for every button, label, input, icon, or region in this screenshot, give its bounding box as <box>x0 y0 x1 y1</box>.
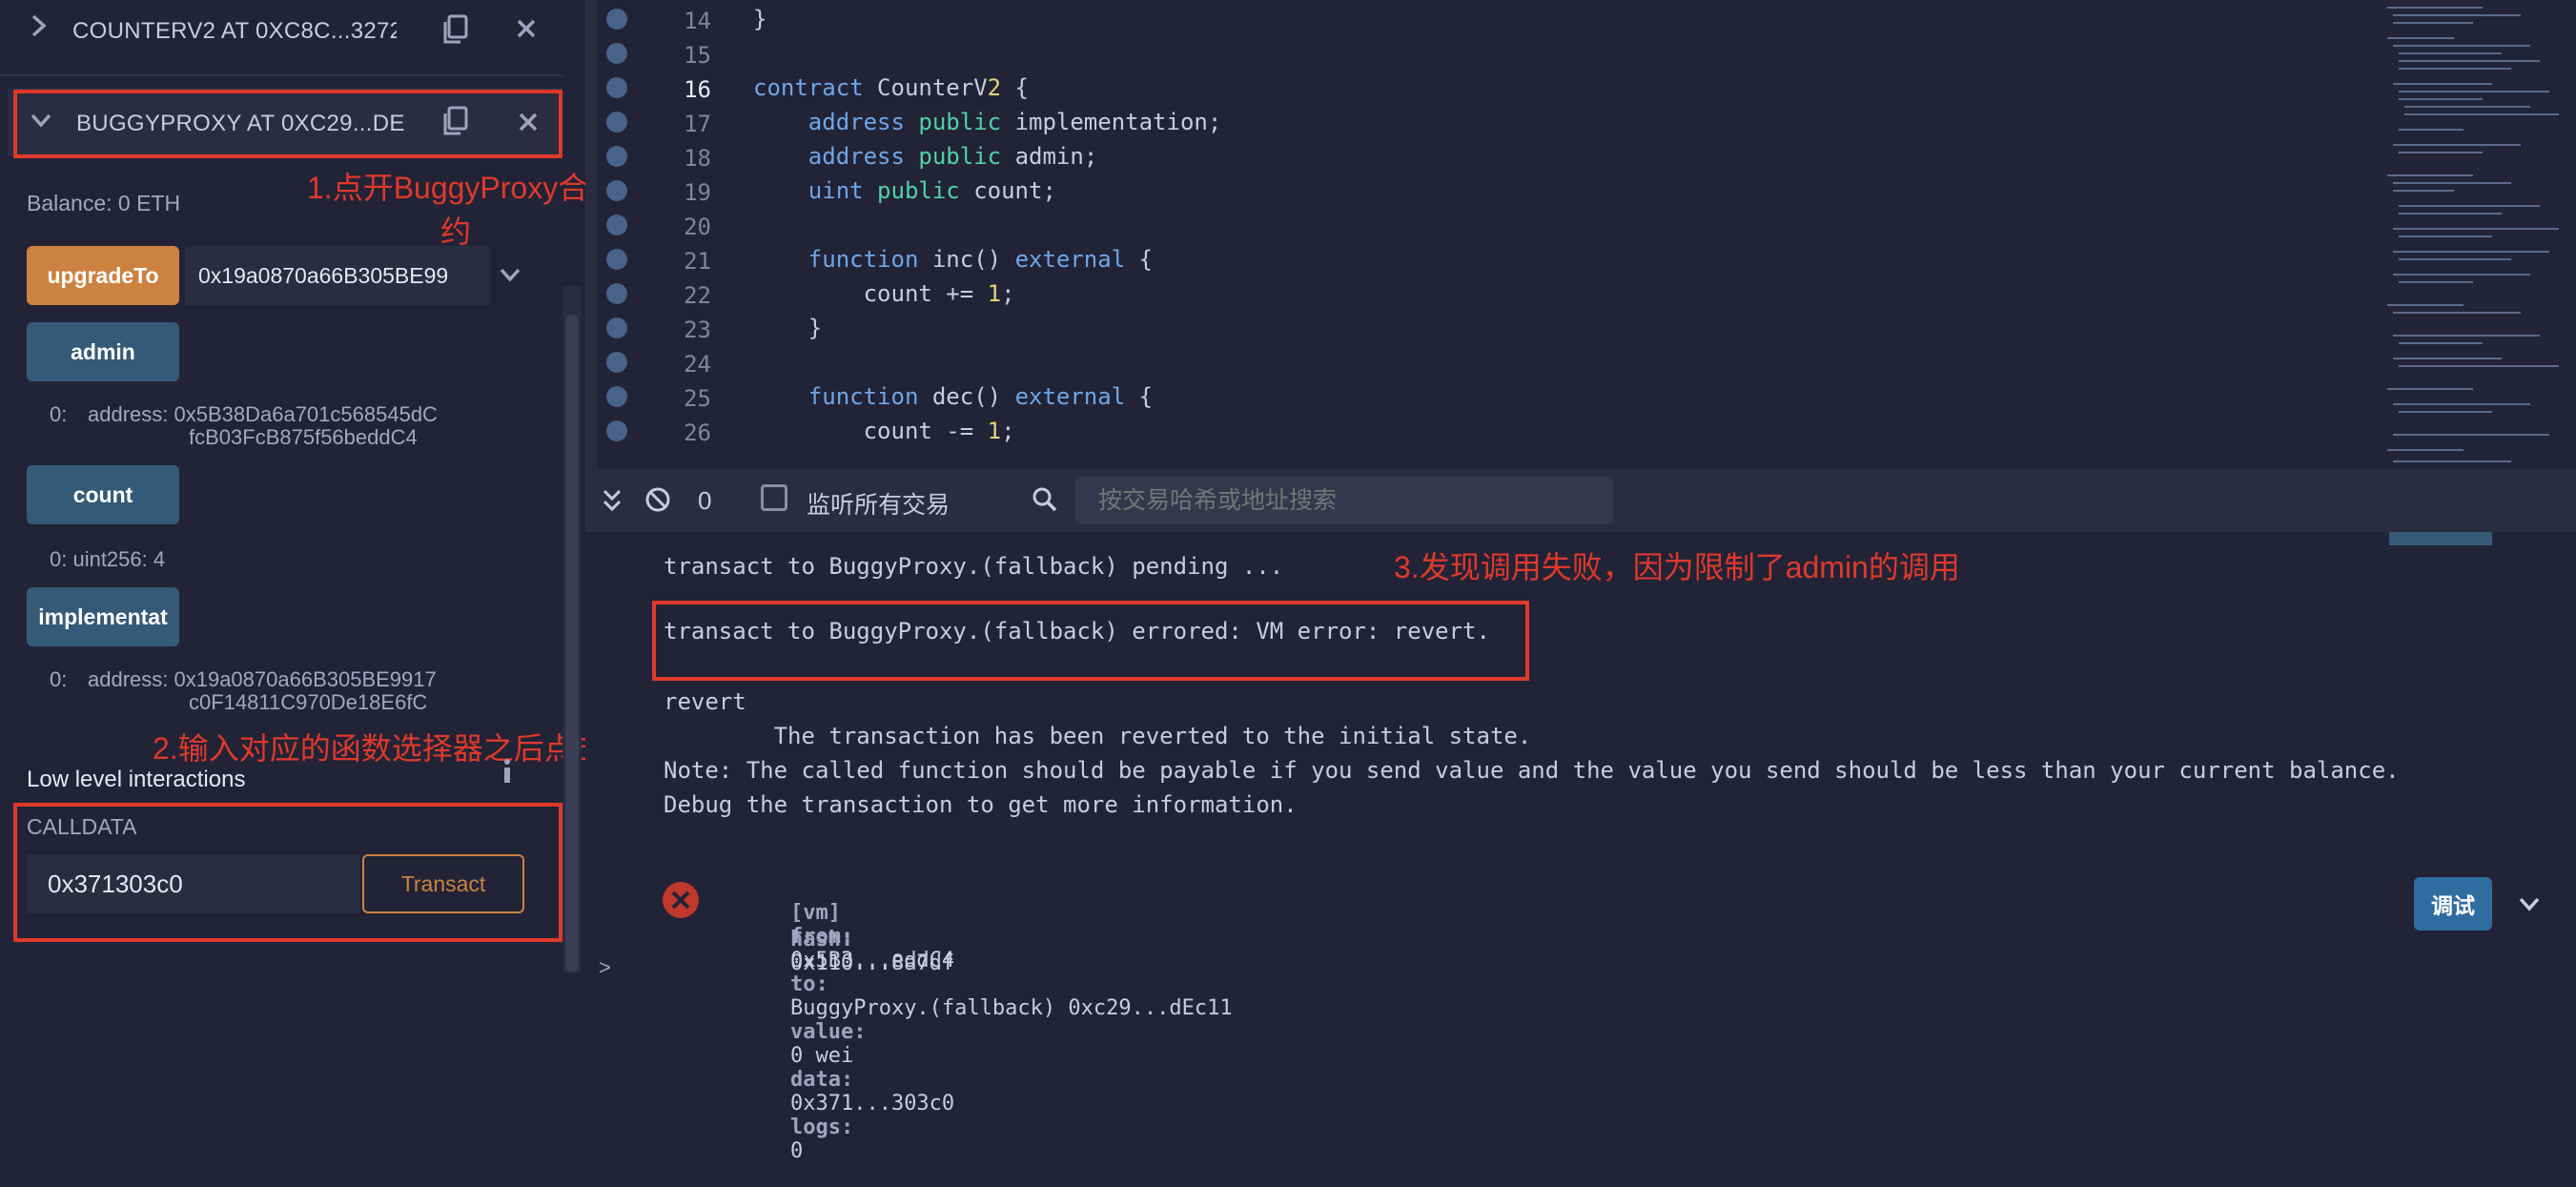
admin-result-index: 0: <box>50 402 68 426</box>
upgradeto-input[interactable]: 0x19a0870a66B305BE99 <box>185 246 490 305</box>
implementation-button[interactable]: implementat <box>27 587 179 646</box>
line-number: 25 <box>684 385 711 412</box>
count-result: 0: uint256: 4 <box>50 547 166 571</box>
breakpoint-dot[interactable] <box>606 146 627 167</box>
log-reverted: The transaction has been reverted to the… <box>664 723 1532 749</box>
code-text: function dec() external { <box>808 383 1154 410</box>
annotation-step3: 3.发现调用失败，因为限制了admin的调用 <box>1394 550 1960 584</box>
line-number: 20 <box>684 214 711 240</box>
instance-row-counterv2[interactable]: COUNTERV2 AT 0XC8C...3272( <box>0 8 562 53</box>
info-icon[interactable] <box>500 757 515 790</box>
line-number: 23 <box>684 317 711 343</box>
code-text: contract CounterV2 { <box>753 74 1029 101</box>
chevron-down-icon[interactable] <box>2517 894 2542 918</box>
debug-button[interactable]: 调试 <box>2414 877 2492 931</box>
tx-logs: 0 <box>789 1139 804 1163</box>
line-number: 22 <box>684 282 711 309</box>
code-editor[interactable]: 14} 15 16 contract CounterV2 { 17 address pu… <box>585 0 2576 469</box>
tx-hash: 0x110...8a7df <box>789 952 955 975</box>
tx-hash-label: hash: <box>789 928 854 952</box>
terminal-search-input[interactable] <box>1075 477 1613 524</box>
left-scrollbar[interactable] <box>565 315 579 972</box>
breakpoint-dot[interactable] <box>606 317 627 338</box>
code-text: count += 1; <box>863 280 1015 307</box>
breakpoint-dot[interactable] <box>606 352 627 373</box>
listen-checkbox[interactable] <box>761 484 787 511</box>
annotation-box-instance <box>13 90 562 158</box>
annotation-step1: 1.点开BuggyProxy合 约 <box>307 164 612 252</box>
code-text: address public implementation; <box>808 109 1222 135</box>
tx-to: BuggyProxy.(fallback) 0xc29...dEc11 <box>789 996 1233 1020</box>
tx-hash-row: hash: 0x110...8a7df <box>740 904 954 999</box>
breakpoint-dot[interactable] <box>606 386 627 407</box>
panel-splitter[interactable] <box>585 0 597 469</box>
line-number: 14 <box>684 8 711 34</box>
implementation-result-line2: c0F14811C970De18E6fC <box>189 690 428 714</box>
terminal-scroll-hint <box>2389 532 2492 545</box>
log-note: Note: The called function should be paya… <box>664 757 2400 784</box>
breakpoint-dot[interactable] <box>606 420 627 441</box>
low-level-title: Low level interactions <box>27 767 246 792</box>
line-number: 24 <box>684 351 711 378</box>
code-text: address public admin; <box>808 143 1098 170</box>
code-text: } <box>753 6 767 32</box>
annotation-step1-line1: 1.点开BuggyProxy合 <box>307 171 589 205</box>
breakpoint-dot[interactable] <box>606 43 627 64</box>
tx-value-label: value: <box>789 1020 867 1044</box>
line-number: 16 <box>684 76 711 103</box>
breakpoint-dot[interactable] <box>606 112 627 133</box>
terminal-output: transact to BuggyProxy.(fallback) pendin… <box>585 532 2576 1163</box>
chevron-right-icon[interactable] <box>29 11 50 47</box>
breakpoint-dot[interactable] <box>606 77 627 98</box>
tx-data: 0x371...303c0 <box>789 1092 955 1115</box>
admin-button[interactable]: admin <box>27 322 179 381</box>
line-number: 21 <box>684 248 711 275</box>
annotation-box-error <box>652 601 1529 681</box>
listen-label: 监听所有交易 <box>807 492 951 519</box>
implementation-result-index: 0: <box>50 667 68 691</box>
tx-data-label: data: <box>789 1068 854 1092</box>
error-icon <box>662 881 700 924</box>
line-number: 18 <box>684 145 711 172</box>
pending-count: 0 <box>698 486 712 515</box>
line-number: 26 <box>684 420 711 446</box>
minimap[interactable] <box>2368 0 2576 469</box>
line-number: 19 <box>684 179 711 206</box>
admin-result-line2: fcB03FcB875f56beddC4 <box>189 425 418 449</box>
code-text: count -= 1; <box>863 418 1015 444</box>
log-pending: transact to BuggyProxy.(fallback) pendin… <box>664 553 1284 580</box>
tx-value: 0 wei <box>789 1044 854 1068</box>
tx-logs-label: logs: <box>789 1115 854 1139</box>
terminal-toolbar: 0 监听所有交易 <box>585 469 2576 532</box>
breakpoint-dot[interactable] <box>606 180 627 201</box>
collapse-terminal-icon[interactable] <box>601 488 624 518</box>
annotation-box-calldata <box>13 803 562 942</box>
implementation-result-line1: address: 0x19a0870a66B305BE9917 <box>88 667 437 691</box>
admin-result-line1: address: 0x5B38Da6a701c568545dC <box>88 402 438 426</box>
code-text: } <box>808 315 823 341</box>
breakpoint-dot[interactable] <box>606 283 627 304</box>
prompt-chevron-icon: > <box>599 955 611 979</box>
count-button[interactable]: count <box>27 465 179 524</box>
copy-icon[interactable] <box>440 13 471 51</box>
upgradeto-button[interactable]: upgradeTo <box>27 246 179 305</box>
search-icon <box>1032 486 1058 518</box>
clear-console-icon[interactable] <box>644 486 671 518</box>
instance-title: COUNTERV2 AT 0XC8C...3272( <box>72 18 397 44</box>
deploy-run-panel: COUNTERV2 AT 0XC8C...3272( BUGGYPROXY AT… <box>0 0 723 972</box>
line-number: 17 <box>684 111 711 137</box>
line-number: 15 <box>684 42 711 69</box>
log-debug: Debug the transaction to get more inform… <box>664 791 1298 818</box>
chevron-down-icon[interactable] <box>498 265 522 289</box>
close-icon[interactable] <box>515 17 538 45</box>
code-text: uint public count; <box>808 177 1056 204</box>
breakpoint-dot[interactable] <box>606 249 627 270</box>
divider <box>0 74 562 76</box>
balance-label: Balance: 0 ETH <box>27 191 181 215</box>
breakpoint-dot[interactable] <box>606 215 627 235</box>
breakpoint-dot[interactable] <box>606 9 627 30</box>
log-revert: revert <box>664 688 746 715</box>
code-text: function inc() external { <box>808 246 1154 273</box>
